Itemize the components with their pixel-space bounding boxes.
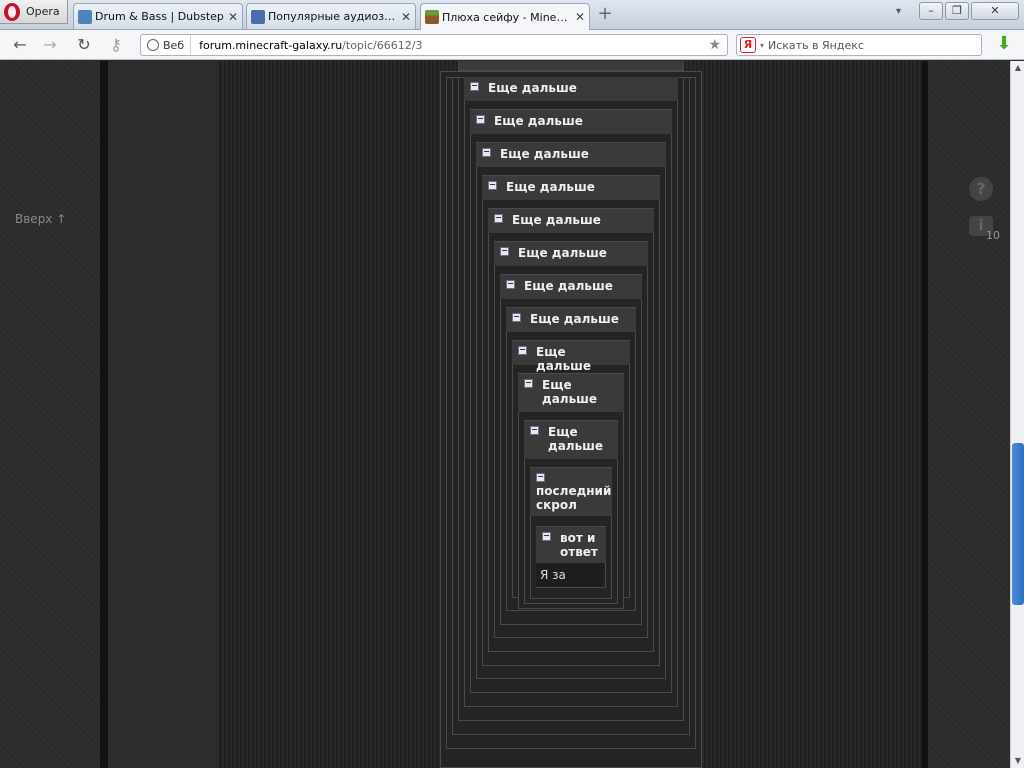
spoiler-header[interactable]: − вот и ответ [536,527,606,563]
spoiler-header[interactable]: − последний скрол [530,468,612,516]
scroll-down-arrow-icon[interactable]: ▼ [1011,754,1024,768]
answer-text: Я за [536,563,604,587]
spoiler-header[interactable]: − Еще дальше [506,308,636,332]
collapse-minus-icon[interactable]: − [530,426,539,435]
collapse-minus-icon[interactable]: − [500,247,509,256]
spoiler-title: Еще дальше [518,246,607,260]
bookmark-star-icon[interactable]: ★ [708,37,721,53]
spoiler-header[interactable]: − Еще дальше [524,421,618,459]
url-domain: forum.minecraft-galaxy.ru [199,38,343,52]
forum-sidebar [108,61,220,768]
opera-logo-icon [4,2,20,21]
collapse-minus-icon[interactable]: − [512,313,521,322]
collapse-minus-icon[interactable]: − [536,473,545,482]
close-icon[interactable]: ✕ [228,10,238,24]
spoiler-header[interactable]: − Еще дальше [464,77,678,101]
opera-menu-label: Opera [26,5,60,18]
spoiler-header[interactable]: − Еще дальше [476,143,666,167]
spoiler-title: Еще дальше [536,345,592,373]
spoiler-title: вот и ответ [560,531,598,559]
spoiler-header[interactable]: − Еще дальше [488,209,654,233]
url-text[interactable]: forum.minecraft-galaxy.ru/topic/66612/3 [191,39,422,52]
tab-drum-bass[interactable]: Drum & Bass | Dubstep ✕ [73,3,243,29]
opera-menu-button[interactable]: Opera [0,0,68,24]
tab-label: Плюха сейфу - Minecraft [442,10,572,24]
play-icon [251,9,265,24]
collapse-minus-icon[interactable]: − [482,148,491,157]
pause-icon [78,9,92,24]
search-placeholder: Искать в Яндекс [768,38,864,52]
search-box[interactable]: Я ▾ Искать в Яндекс [736,34,982,56]
spoiler-header[interactable]: − Еще дальше [470,110,672,134]
scroll-to-top-link[interactable]: Вверх ↑ [15,212,66,226]
spoiler-header[interactable]: − Еще дальше [518,374,624,412]
tab-audio[interactable]: Популярные аудиозаписи ✕ [246,3,416,29]
spoiler-title: Еще дальше [530,312,619,326]
tab-bar: Opera Drum & Bass | Dubstep ✕ Популярные… [0,0,1024,30]
collapse-minus-icon[interactable]: − [470,82,479,91]
scroll-up-arrow-icon[interactable]: ▲ [1011,61,1024,75]
tab-menu-chevron-icon[interactable]: ▾ [896,6,901,17]
right-background [928,61,1010,768]
tab-minecraft[interactable]: Плюха сейфу - Minecraft ✕ [420,3,590,30]
minecraft-grass-icon [425,10,439,24]
reload-icon[interactable]: ↻ [74,35,94,55]
close-window-button[interactable]: ✕ [971,2,1019,20]
minimize-button[interactable]: – [919,2,943,20]
globe-icon [147,39,159,51]
url-path: /topic/66612/3 [342,38,423,52]
spoiler-title: Еще дальше [512,213,601,227]
spoiler-title: Еще дальше [500,147,589,161]
search-engine-chevron-icon[interactable]: ▾ [760,41,764,50]
spoiler-header[interactable]: − Еще дальше [482,176,660,200]
tab-label: Drum & Bass | Dubstep [95,10,224,23]
collapse-minus-icon[interactable]: − [518,346,527,355]
collapse-minus-icon[interactable]: − [524,379,533,388]
maximize-button[interactable]: ❐ [945,2,969,20]
spoiler-title: Еще дальше [488,81,577,95]
spoiler-title: Еще дальше [542,378,598,406]
tab-label: Популярные аудиозаписи [268,10,398,23]
spoiler-header[interactable]: − Еще дальше [500,275,642,299]
close-icon[interactable]: ✕ [401,10,411,24]
notification-count: 10 [986,229,1000,242]
collapse-minus-icon[interactable]: − [488,181,497,190]
close-icon[interactable]: ✕ [575,10,585,24]
download-icon[interactable]: ⬇ [994,34,1014,54]
page-content: Вверх ↑ ? i 10 − Еще дальше − Еще дальше −… [0,61,1010,768]
collapse-minus-icon[interactable]: − [476,115,485,124]
address-bar[interactable]: Веб forum.minecraft-galaxy.ru/topic/6661… [140,34,728,56]
spoiler-header[interactable]: − Еще дальше [494,242,648,266]
forward-arrow-icon[interactable]: → [40,35,60,55]
navigation-bar: ← → ↻ ⚷ Веб forum.minecraft-galaxy.ru/to… [0,30,1024,60]
help-icon[interactable]: ? [969,177,993,201]
scrollbar-thumb[interactable] [1012,443,1024,605]
page-frame-left [100,61,108,768]
collapse-minus-icon[interactable]: − [542,532,551,541]
new-tab-button[interactable]: + [596,5,614,23]
spoiler-title: Еще дальше [548,425,604,453]
spoiler-title: последний скрол [536,484,612,512]
left-background [0,61,100,768]
spoiler-title: Еще дальше [494,114,583,128]
spoiler-title: Еще дальше [524,279,613,293]
key-icon[interactable]: ⚷ [106,35,126,55]
yandex-icon[interactable]: Я [740,37,756,53]
collapse-minus-icon[interactable]: − [506,280,515,289]
spoiler-partial [458,61,684,71]
back-arrow-icon[interactable]: ← [10,35,30,55]
spoiler-header[interactable]: − Еще дальше [512,341,630,373]
web-badge-label: Веб [163,38,185,52]
collapse-minus-icon[interactable]: − [494,214,503,223]
page-scrollbar[interactable]: ▲ ▼ [1010,61,1024,768]
spoiler-title: Еще дальше [506,180,595,194]
web-badge[interactable]: Веб [141,35,192,55]
